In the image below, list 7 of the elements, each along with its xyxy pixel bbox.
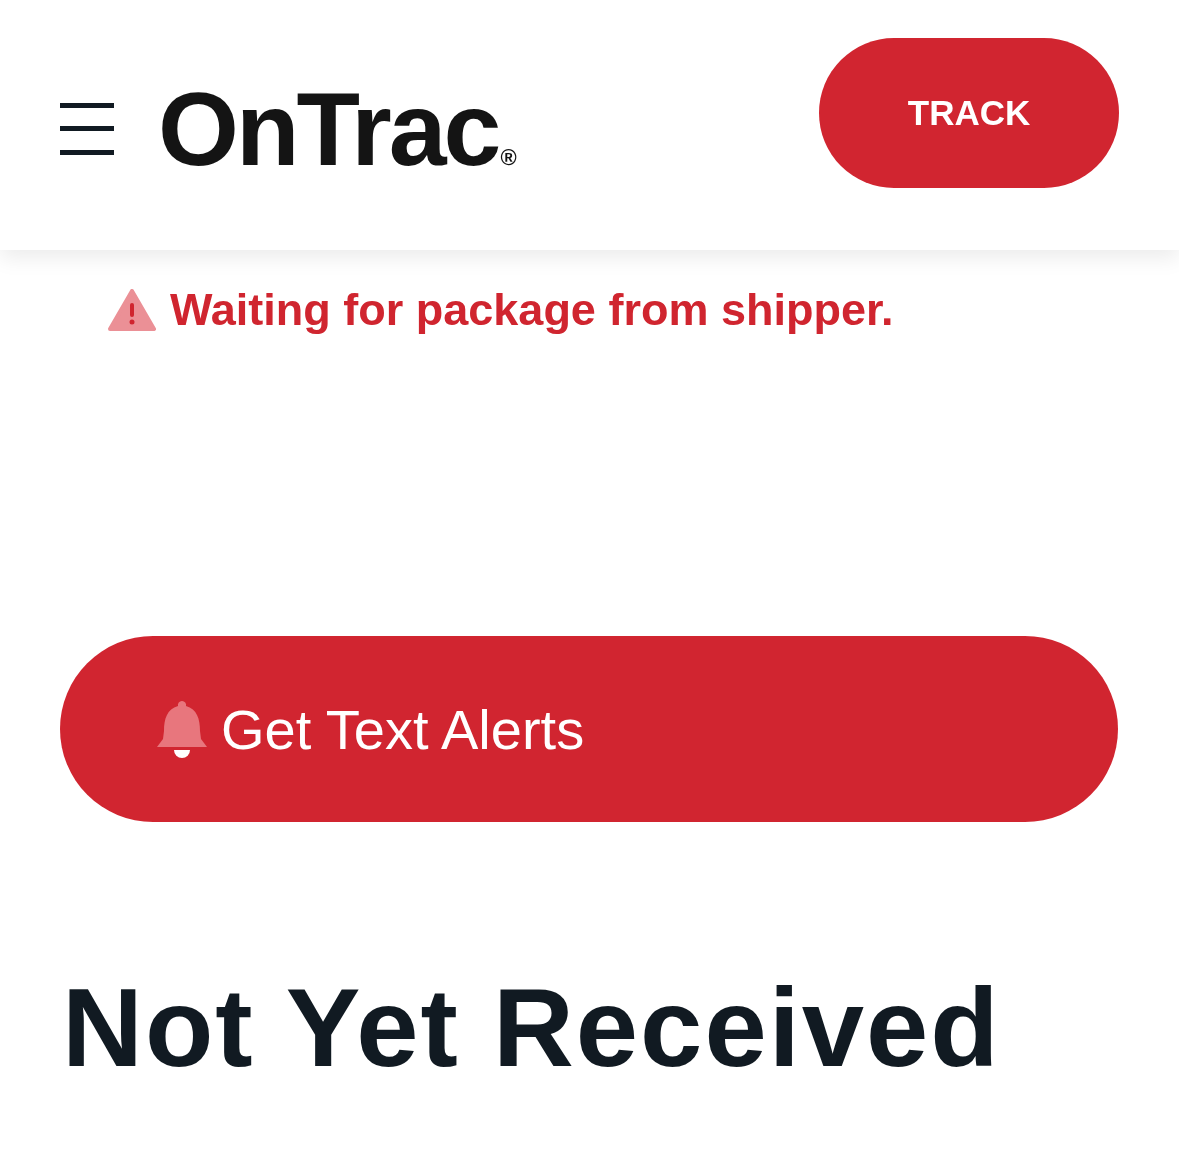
status-heading: Not Yet Received (62, 972, 1002, 1084)
menu-icon[interactable] (60, 103, 114, 155)
warning-icon (108, 289, 156, 331)
track-button[interactable]: TRACK (819, 38, 1119, 188)
bell-icon (155, 699, 209, 759)
text-alerts-button[interactable]: Get Text Alerts (60, 636, 1118, 822)
alert-message: Waiting for package from shipper. (170, 284, 894, 336)
